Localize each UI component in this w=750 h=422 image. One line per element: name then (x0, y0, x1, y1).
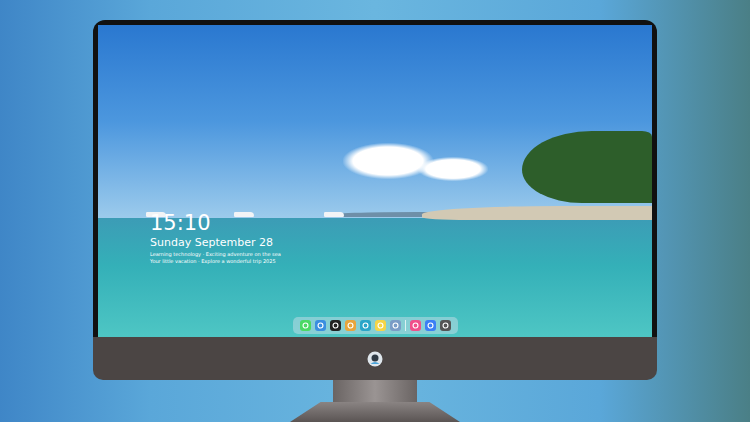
dock-app-icon[interactable] (425, 320, 436, 331)
stand-neck (333, 380, 417, 402)
dock-app-icon[interactable] (330, 320, 341, 331)
dock-app-icon[interactable] (390, 320, 401, 331)
monitor-bezel: 15:10Sunday September 28Learning technol… (93, 20, 657, 337)
wallpaper-caption: Learning technology · Exciting adventure… (150, 251, 652, 257)
clock-time: 15:10 (150, 211, 652, 235)
screen: 15:10Sunday September 28Learning technol… (98, 25, 652, 337)
lock-screen: 15:10Sunday September 28Learning technol… (98, 25, 652, 337)
dock-app-icon[interactable] (345, 320, 356, 331)
wallpaper (98, 25, 652, 337)
dock-app-icon[interactable] (300, 320, 311, 331)
app-glyph-icon (392, 322, 399, 329)
clock-date: Sunday September 28 (150, 236, 652, 250)
dock-app-icon[interactable] (440, 320, 451, 331)
app-glyph-icon (317, 322, 324, 329)
dock (293, 317, 458, 334)
boat (234, 212, 254, 217)
monitor: 15:10Sunday September 28Learning technol… (93, 20, 657, 422)
app-glyph-icon (362, 322, 369, 329)
dock-app-icon[interactable] (315, 320, 326, 331)
app-glyph-icon (302, 322, 309, 329)
page-background: 15:10Sunday September 28Learning technol… (0, 0, 750, 422)
brand-logo-icon (367, 351, 383, 367)
app-glyph-icon (347, 322, 354, 329)
app-glyph-icon (332, 322, 339, 329)
app-glyph-icon (412, 322, 419, 329)
stand-base (290, 402, 460, 422)
app-glyph-icon (377, 322, 384, 329)
monitor-chin (93, 337, 657, 380)
cloud (418, 157, 488, 181)
dock-app-icon[interactable] (410, 320, 421, 331)
app-glyph-icon (427, 322, 434, 329)
island-trees (522, 131, 652, 203)
wallpaper-caption: Your little vacation · Explore a wonderf… (150, 258, 652, 264)
boat (324, 212, 344, 217)
lock-info: 15:10Sunday September 28Learning technol… (98, 211, 652, 264)
dock-separator (405, 320, 406, 331)
dock-app-icon[interactable] (375, 320, 386, 331)
dock-app-icon[interactable] (360, 320, 371, 331)
island-rocks (422, 206, 652, 220)
app-glyph-icon (442, 322, 449, 329)
